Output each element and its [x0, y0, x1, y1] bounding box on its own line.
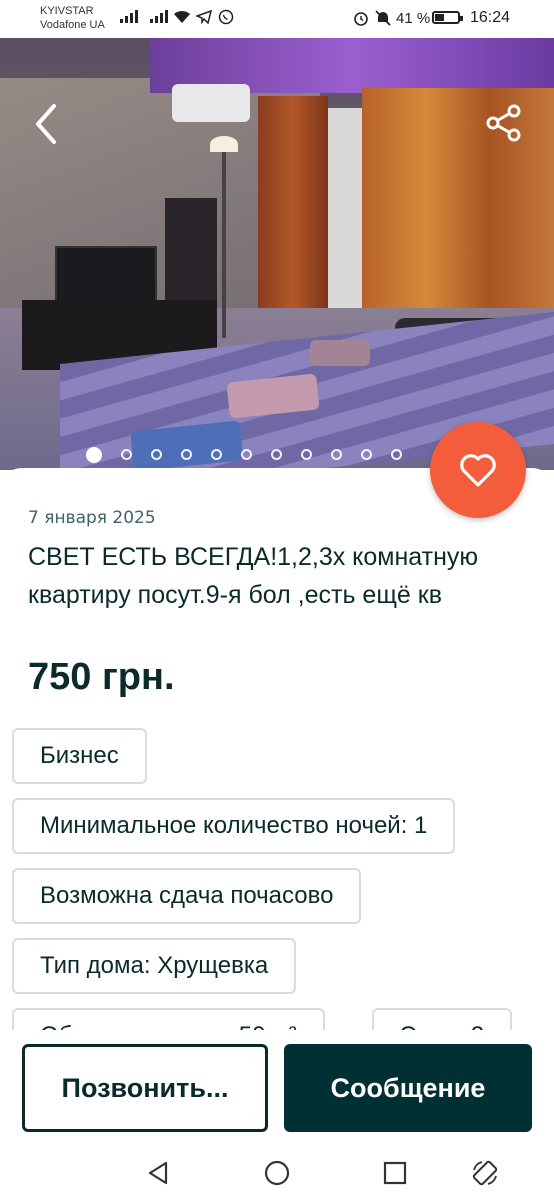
battery-icon: [432, 11, 463, 24]
nav-back-icon: [148, 1161, 168, 1185]
gallery-dot[interactable]: [391, 449, 402, 460]
gallery-dot[interactable]: [121, 449, 132, 460]
nav-back-button[interactable]: [144, 1158, 174, 1188]
share-button[interactable]: [484, 102, 526, 144]
nav-home-button[interactable]: [262, 1158, 292, 1188]
gallery-dot[interactable]: [241, 449, 252, 460]
back-button[interactable]: [28, 100, 68, 148]
system-nav-bar: [0, 1148, 554, 1200]
carrier-1: KYIVSTAR: [40, 5, 94, 17]
rotate-icon: [472, 1160, 498, 1186]
rotate-button[interactable]: [470, 1158, 500, 1188]
listing-date: 7 января 2025: [28, 508, 156, 528]
back-arrow-icon: [36, 104, 56, 144]
battery-fill: [435, 14, 445, 21]
gallery-dot[interactable]: [301, 449, 312, 460]
mute-icon: [375, 10, 391, 26]
nav-recents-button[interactable]: [380, 1158, 410, 1188]
status-bar: KYIVSTAR Vodafone UA 41 % 16:24: [0, 0, 554, 38]
share-icon: [486, 104, 521, 142]
viber-icon: [218, 9, 234, 25]
param-chip: Возможна сдача почасово: [12, 868, 362, 924]
param-chip: Минимальное количество ночей: 1: [12, 798, 456, 854]
alarm-icon: [354, 12, 368, 26]
message-button[interactable]: Сообщение: [284, 1044, 532, 1132]
gallery-dot[interactable]: [331, 449, 342, 460]
telegram-icon: [196, 10, 212, 24]
gallery-pagination: [86, 447, 402, 463]
param-chip: Бизнес: [12, 728, 147, 784]
nav-recents-icon: [383, 1161, 407, 1185]
call-button[interactable]: Позвонить...: [22, 1044, 268, 1132]
gallery-dot[interactable]: [361, 449, 372, 460]
param-chip: Тип дома: Хрущевка: [12, 938, 297, 994]
battery-percent: 41 %: [396, 10, 431, 27]
clock: 16:24: [470, 9, 511, 26]
listing-photo[interactable]: [0, 38, 554, 470]
gallery-dot[interactable]: [271, 449, 282, 460]
listing-details: 7 января 2025 СВЕТ ЕСТЬ ВСЕГДА!1,2,3х ко…: [0, 468, 554, 1048]
listing-title: СВЕТ ЕСТЬ ВСЕГДА!1,2,3х комнатную кварти…: [28, 543, 479, 609]
signal-2-icon: [150, 10, 168, 23]
carrier-names: KYIVSTAR Vodafone UA: [40, 4, 105, 32]
favorite-button[interactable]: [430, 422, 526, 518]
gallery-dot[interactable]: [211, 449, 222, 460]
nav-home-icon: [264, 1160, 290, 1186]
contact-action-bar: Позвонить... Сообщение: [0, 1030, 554, 1148]
gallery-dot[interactable]: [86, 447, 102, 463]
heart-icon: [460, 454, 496, 487]
carrier-2: Vodafone UA: [40, 19, 105, 31]
air-conditioner-shape: [172, 84, 250, 122]
gallery-dot[interactable]: [151, 449, 162, 460]
gallery-dot[interactable]: [181, 449, 192, 460]
wifi-icon: [174, 10, 190, 23]
signal-1-icon: [120, 10, 138, 23]
listing-price: 750 грн.: [28, 656, 175, 698]
